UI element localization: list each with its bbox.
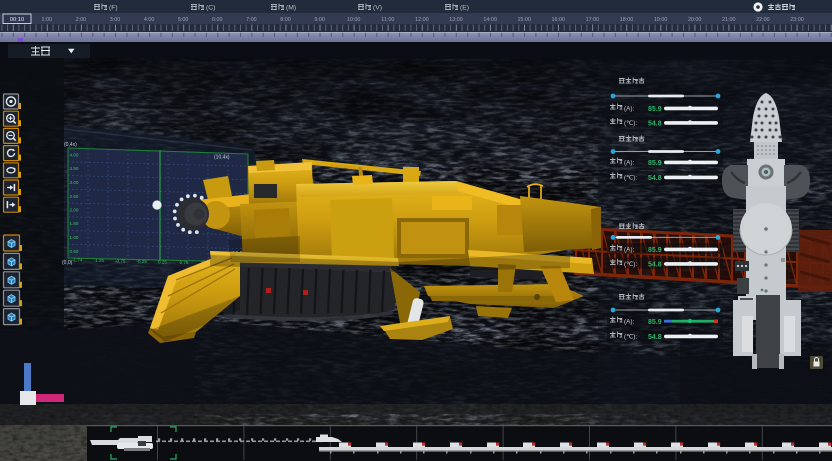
svg-text:1:00: 1:00 [42, 17, 53, 23]
svg-text:(A):: (A): [624, 247, 635, 254]
svg-text:11:00: 11:00 [381, 17, 394, 23]
svg-text:3.00: 3.00 [70, 180, 79, 185]
svg-text:85.9: 85.9 [648, 247, 662, 254]
svg-text:3.50: 3.50 [70, 166, 79, 171]
svg-text:0.50: 0.50 [70, 249, 79, 254]
svg-text:2.00: 2.00 [70, 208, 79, 213]
svg-text:12:00: 12:00 [415, 17, 429, 23]
svg-text:(A):: (A): [624, 160, 635, 167]
svg-text:(0,0): (0,0) [62, 260, 73, 266]
svg-text:(0,4x): (0,4x) [64, 142, 77, 148]
svg-text:18:00: 18:00 [620, 17, 634, 23]
svg-text:10:00: 10:00 [347, 17, 361, 23]
svg-text:19:00: 19:00 [654, 17, 668, 23]
svg-text:(M): (M) [286, 5, 296, 12]
svg-text:(A):: (A): [624, 106, 635, 113]
svg-text:(℃):: (℃): [624, 334, 637, 341]
svg-text:13:00: 13:00 [449, 17, 463, 23]
svg-text:54.8: 54.8 [648, 175, 662, 182]
svg-text:54.8: 54.8 [648, 261, 662, 268]
svg-text:0.75: 0.75 [180, 260, 189, 265]
svg-text:17:00: 17:00 [586, 17, 600, 23]
svg-text:-0.25: -0.25 [137, 259, 148, 264]
svg-text:8:00: 8:00 [280, 17, 291, 23]
svg-text:5:00: 5:00 [178, 17, 189, 23]
svg-text:0.25: 0.25 [158, 259, 167, 264]
svg-text:(E): (E) [460, 5, 469, 12]
svg-text:54.8: 54.8 [648, 334, 662, 341]
svg-text:20:00: 20:00 [688, 17, 702, 23]
svg-text:(V): (V) [373, 5, 382, 12]
svg-text:9:00: 9:00 [314, 17, 325, 23]
svg-text:16:00: 16:00 [552, 17, 566, 23]
svg-text:(℃):: (℃): [624, 175, 637, 182]
svg-text:3:00: 3:00 [110, 17, 121, 23]
svg-text:85.9: 85.9 [648, 106, 662, 113]
svg-text:2.50: 2.50 [70, 194, 79, 199]
svg-text:85.9: 85.9 [648, 160, 662, 167]
svg-text:54.8: 54.8 [648, 120, 662, 127]
svg-text:6:00: 6:00 [212, 17, 223, 23]
svg-text:(A):: (A): [624, 319, 635, 326]
svg-text:-1.25: -1.25 [94, 258, 105, 263]
svg-text:(10,4x): (10,4x) [214, 155, 230, 161]
svg-text:(C): (C) [206, 5, 215, 12]
svg-text:-0.75: -0.75 [115, 258, 126, 263]
svg-text:4:00: 4:00 [144, 17, 155, 23]
svg-text:-1.74: -1.74 [72, 258, 83, 263]
svg-text:22:00: 22:00 [756, 17, 770, 23]
svg-text:(F): (F) [109, 5, 118, 12]
svg-text:15:00: 15:00 [517, 17, 531, 23]
svg-text:2:00: 2:00 [76, 17, 87, 23]
svg-text:21:00: 21:00 [722, 17, 736, 23]
svg-text:23:00: 23:00 [790, 17, 804, 23]
svg-text:14:00: 14:00 [483, 17, 497, 23]
svg-text:1.00: 1.00 [70, 235, 79, 240]
svg-text:(℃):: (℃): [624, 120, 637, 127]
svg-text:(℃):: (℃): [624, 261, 637, 268]
svg-text:7:00: 7:00 [246, 17, 257, 23]
svg-text:00:10: 00:10 [10, 17, 25, 23]
svg-text:4.00: 4.00 [70, 153, 79, 158]
svg-text:85.9: 85.9 [648, 319, 662, 326]
svg-text:1.50: 1.50 [70, 221, 79, 226]
